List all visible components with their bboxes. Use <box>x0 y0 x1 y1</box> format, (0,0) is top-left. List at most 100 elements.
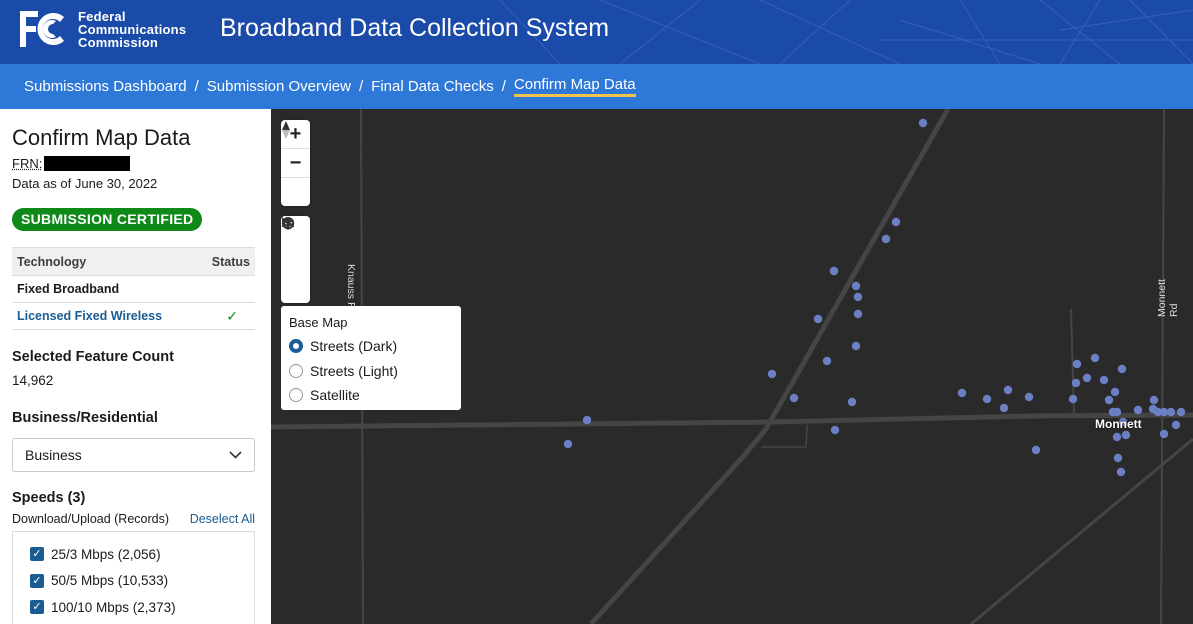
checkbox-checked-icon[interactable]: ✓ <box>30 600 44 615</box>
feature-point[interactable] <box>1003 385 1013 395</box>
feature-point[interactable] <box>881 234 891 244</box>
data-as-of: Data as of June 30, 2022 <box>12 176 158 191</box>
breadcrumb-confirm-map-data[interactable]: Confirm Map Data <box>513 76 636 97</box>
feature-point[interactable] <box>830 425 840 435</box>
feature-point[interactable] <box>1121 430 1131 440</box>
speed-option-label: 50/5 Mbps (10,533) <box>51 573 169 589</box>
basemap-option-label: Streets (Dark) <box>310 338 398 355</box>
feature-point[interactable] <box>847 397 857 407</box>
basemap-panel: Base Map Streets (Dark) Streets (Light) … <box>281 306 461 410</box>
deselect-all-link[interactable]: Deselect All <box>190 512 255 526</box>
app-title: Broadband Data Collection System <box>220 14 610 42</box>
checkbox-checked-icon[interactable]: ✓ <box>30 547 44 562</box>
feature-point[interactable] <box>822 356 832 366</box>
feature-point[interactable] <box>1031 445 1041 455</box>
feature-point[interactable] <box>813 314 823 324</box>
feature-point[interactable] <box>1082 373 1092 383</box>
speed-option[interactable]: ✓ 25/3 Mbps (2,056) <box>13 541 254 568</box>
sidebar: Confirm Map Data FRN: Data as of June 30… <box>0 109 271 624</box>
fcc-logo-text: Federal Communications Commission <box>78 10 186 49</box>
feature-point[interactable] <box>1133 405 1143 415</box>
feature-point[interactable] <box>1024 392 1034 402</box>
feature-point[interactable] <box>1112 432 1122 442</box>
business-residential-label: Business/Residential <box>12 410 158 426</box>
basemap-option-streets-light[interactable]: Streets (Light) <box>289 359 453 384</box>
select-value: Business <box>25 447 82 463</box>
layers-button[interactable] <box>281 217 310 303</box>
breadcrumb-separator: / <box>358 78 364 95</box>
status-badge: SUBMISSION CERTIFIED <box>12 208 203 231</box>
radio-unselected-icon[interactable] <box>289 363 303 378</box>
speed-option-label: 100/10 Mbps (2,373) <box>51 599 176 615</box>
feature-point[interactable] <box>1071 378 1081 388</box>
map-canvas[interactable]: Knauss R Monnett Rd Monnett + − Base Map… <box>271 109 1193 624</box>
feature-point[interactable] <box>1099 375 1109 385</box>
feature-point[interactable] <box>1149 395 1159 405</box>
speeds-sublabel: Download/Upload (Records) <box>12 512 170 526</box>
feature-point[interactable] <box>1159 429 1169 439</box>
technology-table: Technology Status Fixed Broadband Licens… <box>12 247 255 330</box>
radio-unselected-icon[interactable] <box>289 388 303 403</box>
table-row[interactable]: Licensed Fixed Wireless ✓ <box>12 303 255 330</box>
layers-icon <box>281 217 295 230</box>
map-tools <box>281 216 310 303</box>
feature-point[interactable] <box>789 393 799 403</box>
checkbox-checked-icon[interactable]: ✓ <box>30 573 44 588</box>
speeds-list: ✓ 25/3 Mbps (2,056) ✓ 50/5 Mbps (10,533)… <box>12 531 255 624</box>
feature-point[interactable] <box>999 403 1009 413</box>
feature-point[interactable] <box>1072 359 1082 369</box>
feature-point[interactable] <box>918 118 928 128</box>
feature-point[interactable] <box>853 309 863 319</box>
speed-option[interactable]: ✓ 50/5 Mbps (10,533) <box>13 568 254 595</box>
radio-selected-icon[interactable] <box>289 339 303 354</box>
zoom-out-button[interactable]: − <box>281 149 310 178</box>
compass-button[interactable] <box>281 121 310 207</box>
feature-point[interactable] <box>1113 453 1123 463</box>
business-residential-select[interactable]: Business <box>12 438 255 472</box>
basemap-option-satellite[interactable]: Satellite <box>289 383 453 408</box>
monnett-road <box>1160 109 1165 624</box>
feature-count-label: Selected Feature Count <box>12 349 174 365</box>
feature-point[interactable] <box>767 369 777 379</box>
feature-point[interactable] <box>851 341 861 351</box>
breadcrumb-separator: / <box>194 78 199 95</box>
feature-point[interactable] <box>853 292 863 302</box>
feature-point[interactable] <box>582 415 592 425</box>
basemap-option-label: Streets (Light) <box>310 362 398 379</box>
feature-point[interactable] <box>1148 404 1158 414</box>
feature-point[interactable] <box>1176 407 1186 417</box>
feature-point[interactable] <box>1117 364 1127 374</box>
feature-point[interactable] <box>1068 394 1078 404</box>
feature-point[interactable] <box>1090 353 1100 363</box>
logo-line: Communications <box>78 21 187 37</box>
basemap-option-label: Satellite <box>310 387 360 404</box>
breadcrumb-submissions-dashboard[interactable]: Submissions Dashboard <box>24 78 187 95</box>
technology-name[interactable]: Licensed Fixed Wireless <box>17 309 162 323</box>
basemap-option-streets-dark[interactable]: Streets (Dark) <box>289 334 453 359</box>
fcc-logo[interactable]: Federal Communications Commission <box>18 9 186 49</box>
page-title: Confirm Map Data <box>12 125 191 150</box>
basemap-title: Base Map <box>289 315 348 330</box>
feature-point[interactable] <box>563 439 573 449</box>
speed-option[interactable]: ✓ 100/10 Mbps (2,373) <box>13 594 254 621</box>
feature-point[interactable] <box>1112 407 1122 417</box>
feature-point[interactable] <box>891 217 901 227</box>
feature-point[interactable] <box>982 394 992 404</box>
feature-point[interactable] <box>829 266 839 276</box>
road-label: Knauss R <box>345 264 357 310</box>
logo-line: Commission <box>78 34 159 50</box>
secondary-diagonal-road <box>970 437 1193 624</box>
feature-point[interactable] <box>1104 395 1114 405</box>
breadcrumb-final-data-checks[interactable]: Final Data Checks <box>371 78 494 95</box>
feature-point[interactable] <box>1110 387 1120 397</box>
feature-point[interactable] <box>1171 420 1181 430</box>
feature-point[interactable] <box>851 281 861 291</box>
feature-point[interactable] <box>957 388 967 398</box>
app-header: Federal Communications Commission Broadb… <box>0 0 1193 64</box>
compass-icon <box>282 121 290 139</box>
feature-point[interactable] <box>1116 467 1126 477</box>
horizontal-road <box>271 412 1193 430</box>
reset-view-button[interactable] <box>281 217 310 274</box>
feature-point[interactable] <box>1166 407 1176 417</box>
breadcrumb-submission-overview[interactable]: Submission Overview <box>207 78 351 95</box>
